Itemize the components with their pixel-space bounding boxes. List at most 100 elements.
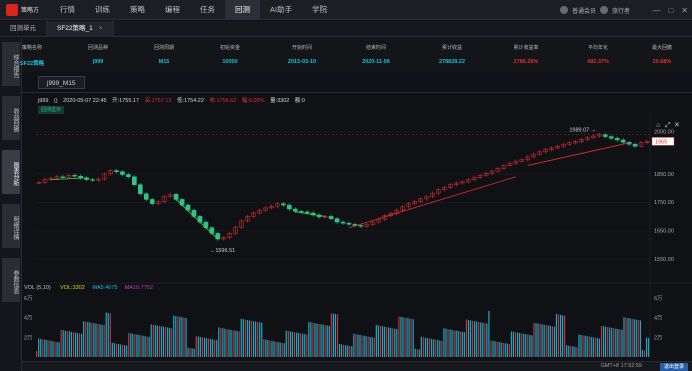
expand-icon[interactable]: ⤢ [665, 122, 671, 129]
candle-body [137, 184, 143, 195]
nav-item-2[interactable]: 策略 [120, 0, 155, 20]
logout-button[interactable]: 退出登录 [659, 363, 688, 371]
volume-bar [578, 334, 580, 357]
volume-bar [214, 339, 216, 357]
candle-body [60, 176, 66, 178]
volume-bar [111, 342, 113, 357]
volume-bar [463, 332, 465, 357]
volume-bar [126, 345, 128, 357]
tab-backtest-units[interactable]: 回测单元 [0, 21, 47, 37]
minimize-icon[interactable]: — [652, 6, 660, 15]
backtest-display-badge[interactable]: 回测显示 [38, 106, 65, 114]
volume-bar [250, 320, 253, 357]
trade-line [527, 142, 630, 166]
volume-bar [275, 341, 277, 357]
candle-body [149, 199, 155, 204]
volume-bar [130, 333, 132, 357]
volume-bar [469, 320, 472, 357]
volume-bar [631, 318, 633, 357]
volume-bar [150, 324, 152, 357]
home-icon[interactable]: ⌂ [656, 122, 660, 129]
volume-bar [46, 340, 48, 357]
volume-bar [330, 313, 332, 357]
volume-bar [478, 321, 480, 357]
volume-bar [224, 328, 226, 357]
nav-item-6[interactable]: AI助手 [260, 0, 302, 20]
volume-bar [408, 318, 410, 357]
avatar[interactable] [599, 6, 608, 14]
nav-item-0[interactable]: 行情 [50, 0, 85, 20]
volume-bar [602, 326, 605, 357]
nav-item-3[interactable]: 编程 [155, 0, 190, 20]
close-icon[interactable]: ✕ [674, 122, 680, 129]
volume-bar [263, 339, 265, 357]
top-nav-bar: 策略方 行情 训练 策略 编程 任务 回测 AI助手 学院 普通会员 旅行者 — □ ✕ [0, 0, 692, 20]
volume-bar [502, 342, 504, 357]
sidebar-item-params[interactable]: 参数信息 [2, 258, 20, 302]
volume-bar [643, 350, 646, 357]
volume-bar [146, 336, 148, 357]
volume-bar [627, 318, 629, 357]
summary-value: M15 [158, 59, 170, 65]
volume-bar [523, 333, 525, 357]
volume-bar [508, 344, 511, 357]
volume-bar [455, 330, 457, 357]
sidebar-item-details[interactable]: 明细详情 [2, 204, 20, 248]
volume-bar [471, 320, 474, 357]
summary-header: 结束时间 [365, 45, 386, 51]
app-logo: 策略方 [0, 0, 50, 20]
volume-bar [295, 332, 298, 357]
tab-close-icon[interactable]: × [99, 25, 103, 32]
user-name[interactable]: 旅行者 [612, 6, 630, 15]
symbol-button[interactable]: j999_M15 [38, 76, 85, 89]
nav-item-5[interactable]: 回测 [225, 0, 260, 20]
volume-y-tick-right: 6万 [654, 295, 663, 302]
user-area[interactable]: 普通会员 旅行者 [559, 0, 630, 20]
volume-bar [529, 334, 531, 357]
maximize-icon[interactable]: □ [668, 6, 673, 15]
volume-bar [181, 317, 183, 357]
volume-bar [312, 322, 314, 357]
price-y-tick: 1550.00 [654, 257, 674, 263]
volume-bar [600, 325, 603, 357]
volume-bar [404, 317, 406, 357]
tab-sf22-strategy[interactable]: SF22策略_1 × [47, 21, 114, 37]
nav-item-4[interactable]: 任务 [190, 0, 225, 20]
user-icon [559, 6, 568, 14]
volume-bar [510, 331, 513, 357]
main-nav: 行情 训练 策略 编程 任务 回测 AI助手 学院 [50, 0, 337, 20]
volume-bar [373, 337, 375, 357]
volume-bar [209, 338, 212, 357]
volume-bar [553, 326, 556, 357]
volume-bar [580, 334, 582, 357]
nav-item-7[interactable]: 学院 [302, 0, 337, 20]
summary-header: 最大回撤 [651, 45, 672, 51]
high-annotation: 1989.07 → [569, 128, 596, 134]
volume-bar [607, 327, 609, 357]
volume-bar [52, 341, 54, 357]
volume-bar [418, 349, 420, 357]
volume-bar [62, 330, 64, 357]
close-icon[interactable]: ✕ [681, 6, 688, 15]
summary-value: 278828.22 [439, 59, 465, 65]
volume-bar [95, 323, 97, 357]
sidebar-item-chart-analysis[interactable]: 图表分析 [2, 150, 20, 194]
volume-bar [568, 345, 570, 357]
volume-title: VOL (5,10) [24, 285, 51, 291]
sidebar-item-returns[interactable]: 收益回撤 [2, 96, 20, 140]
volume-bar [375, 325, 377, 357]
sidebar: 综合报告 收益回撤 图表分析 明细详情 参数信息 [0, 38, 22, 371]
candle-body [72, 175, 78, 177]
nav-item-1[interactable]: 训练 [85, 0, 120, 20]
volume-bar [537, 323, 539, 357]
volume-bar [488, 310, 490, 357]
candle-body [292, 208, 298, 212]
volume-bar [410, 318, 412, 357]
volume-bar [467, 319, 470, 357]
volume-bar [343, 344, 345, 357]
price-volume-chart[interactable]: 2000.00 1850.00 1750.00 1650.00 1550.00 1989.… [22, 93, 692, 362]
summary-value: 30.68% [652, 59, 672, 65]
trade-line-green [295, 211, 326, 217]
volume-legend-item: MA5:4675 [92, 285, 117, 291]
volume-bar [519, 332, 521, 357]
